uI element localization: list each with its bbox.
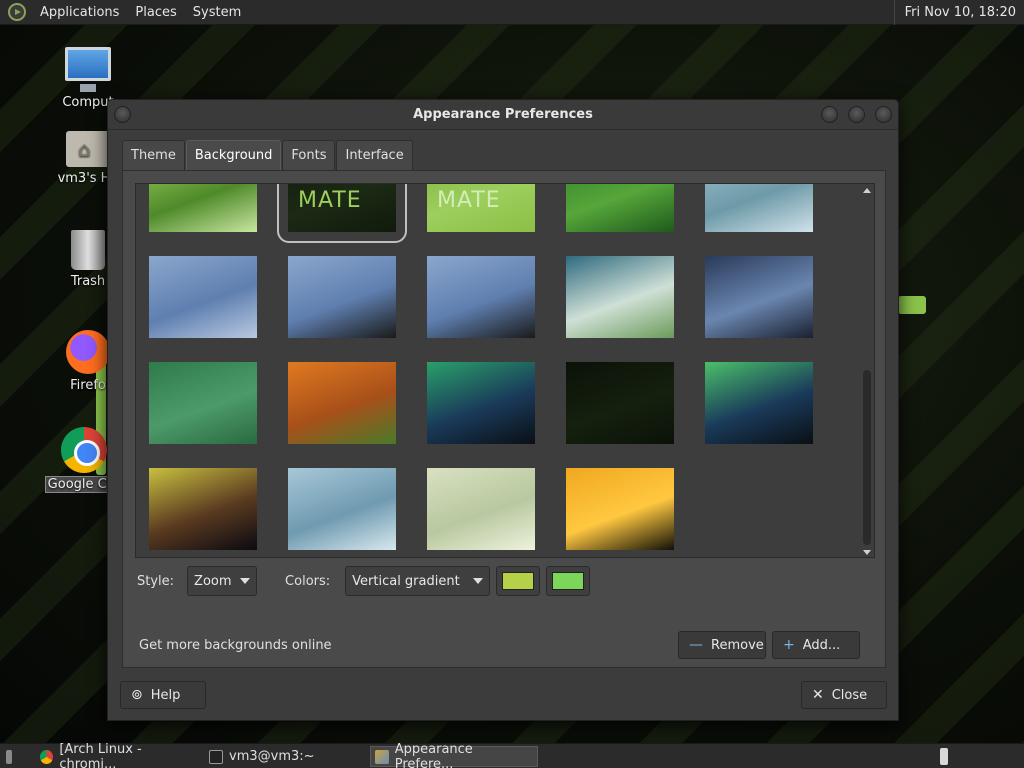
chevron-down-icon — [240, 578, 251, 584]
plus-icon: + — [783, 637, 795, 653]
window-menu-icon[interactable] — [114, 106, 131, 123]
terminal-icon — [209, 749, 223, 764]
close-button[interactable]: ✕ Close — [801, 681, 887, 709]
top-panel: Applications Places System Fri Nov 10, 1… — [0, 0, 1024, 25]
minus-icon: — — [689, 637, 703, 653]
trash-icon — [71, 230, 105, 270]
remove-label: Remove — [711, 637, 764, 653]
tab-bar: Theme Background Fonts Interface — [122, 140, 886, 170]
scroll-up-icon[interactable] — [863, 188, 871, 193]
window-title: Appearance Preferences — [413, 107, 593, 122]
help-label: Help — [150, 687, 181, 703]
wallpaper-thumbnail-blue-flowers[interactable] — [149, 256, 257, 338]
wallpaper-leaf — [898, 296, 926, 314]
scrollbar-thumb[interactable] — [863, 370, 871, 545]
computer-icon — [65, 47, 111, 92]
task-chromium[interactable]: [Arch Linux - chromi... — [36, 742, 200, 768]
wallpaper-thumbnail-mate-green[interactable]: MATE — [427, 184, 535, 232]
mate-logo-text: MATE — [437, 188, 501, 213]
remove-button[interactable]: — Remove — [678, 631, 766, 659]
bottom-panel: [Arch Linux - chromi... vm3@vm3:~ Appear… — [0, 742, 1024, 768]
tab-interface[interactable]: Interface — [336, 140, 413, 170]
get-more-backgrounds-link[interactable]: Get more backgrounds online — [139, 638, 332, 653]
wallpaper-thumbnail-green-hills[interactable] — [566, 256, 674, 338]
add-label: Add... — [802, 637, 841, 653]
maximize-icon[interactable] — [848, 106, 865, 123]
home-folder-icon — [66, 131, 110, 167]
wallpaper-thumbnail-stormy-sky[interactable] — [705, 256, 813, 338]
wallpaper-thumbnail-blue-flowers-2[interactable] — [288, 256, 396, 338]
colors-value: Vertical gradient — [352, 573, 460, 589]
wallpaper-thumbnail-yellow-aurora[interactable] — [149, 468, 257, 550]
tab-fonts[interactable]: Fonts — [282, 140, 336, 170]
primary-color-button[interactable] — [496, 566, 541, 596]
wallpaper-thumbnail-yellow-flower[interactable] — [566, 468, 674, 550]
secondary-color-swatch — [552, 572, 585, 590]
menu-applications[interactable]: Applications — [32, 0, 127, 25]
colors-label: Colors: — [285, 573, 331, 589]
appearance-preferences-window: Appearance Preferences Theme Background … — [107, 99, 899, 721]
background-controls: Style: Zoom Colors: Vertical gradient — [137, 565, 591, 597]
task-terminal[interactable]: vm3@vm3:~ — [205, 746, 365, 767]
background-page: MATE MATE Style: Zoom Colors: Vertical gr… — [122, 170, 886, 668]
close-icon: ✕ — [812, 687, 824, 703]
style-value: Zoom — [194, 573, 232, 589]
preferences-notebook: Theme Background Fonts Interface MATE MAT… — [122, 140, 886, 668]
menu-system[interactable]: System — [185, 0, 249, 25]
colors-combo[interactable]: Vertical gradient — [345, 566, 491, 596]
wallpaper-thumbnail-leaf-drops[interactable] — [566, 184, 674, 232]
secondary-color-button[interactable] — [546, 566, 591, 596]
gallery-scrollbar[interactable] — [860, 184, 874, 557]
appearance-icon — [375, 749, 389, 764]
task-label: vm3@vm3:~ — [229, 749, 315, 764]
show-desktop-icon — [6, 749, 12, 764]
wallpaper-thumbnail-blue-flowers-3[interactable] — [427, 256, 535, 338]
add-button[interactable]: + Add... — [772, 631, 860, 659]
close-window-icon[interactable] — [875, 106, 892, 123]
wallpaper-thumbnail-teal-waves[interactable] — [705, 184, 813, 232]
workspace-switcher[interactable] — [936, 746, 958, 767]
main-menu-bar: Applications Places System — [0, 0, 249, 25]
wallpaper-thumbnail-mate-dark[interactable]: MATE — [277, 184, 407, 243]
wallpaper-thumbnail-grass-ladybug[interactable] — [149, 184, 257, 232]
wallpaper-thumbnail-orange-flowers[interactable] — [288, 362, 396, 444]
minimize-icon[interactable] — [821, 106, 838, 123]
help-lifebuoy-icon: ⊚ — [131, 687, 143, 703]
primary-color-swatch — [502, 572, 535, 590]
window-titlebar[interactable]: Appearance Preferences — [108, 100, 898, 130]
style-combo[interactable]: Zoom — [187, 566, 258, 596]
tab-background[interactable]: Background — [185, 140, 282, 170]
wallpaper-thumbnail-green-stripes[interactable] — [149, 362, 257, 444]
wallpaper-gallery[interactable]: MATE MATE — [135, 183, 875, 558]
chrome-icon — [40, 749, 54, 764]
show-desktop-button[interactable] — [2, 746, 22, 767]
style-label: Style: — [137, 573, 175, 589]
tab-theme[interactable]: Theme — [122, 140, 185, 170]
menu-places[interactable]: Places — [127, 0, 184, 25]
workspace-icon — [940, 748, 948, 765]
wallpaper-thumbnail-aurora-2[interactable] — [705, 362, 813, 444]
help-button[interactable]: ⊚ Help — [120, 681, 206, 709]
chrome-icon — [61, 427, 107, 473]
wallpaper-thumbnail-aurora[interactable] — [427, 362, 535, 444]
task-label: [Arch Linux - chromi... — [59, 741, 142, 768]
task-label: Appearance Prefere... — [394, 741, 473, 768]
scroll-down-icon[interactable] — [863, 550, 871, 555]
chevron-down-icon — [473, 578, 484, 584]
mate-logo-icon — [8, 3, 26, 21]
firefox-icon — [66, 330, 110, 374]
wallpaper-thumbnail-dark-green[interactable] — [566, 362, 674, 444]
wallpaper-thumbnail-sand-dunes[interactable] — [427, 468, 535, 550]
wallpaper-thumbnail-blue-curves[interactable] — [288, 468, 396, 550]
clock[interactable]: Fri Nov 10, 18:20 — [893, 0, 1020, 25]
mate-logo-text: MATE — [298, 188, 362, 213]
close-label: Close — [831, 687, 868, 703]
task-appearance[interactable]: Appearance Prefere... — [370, 742, 538, 768]
